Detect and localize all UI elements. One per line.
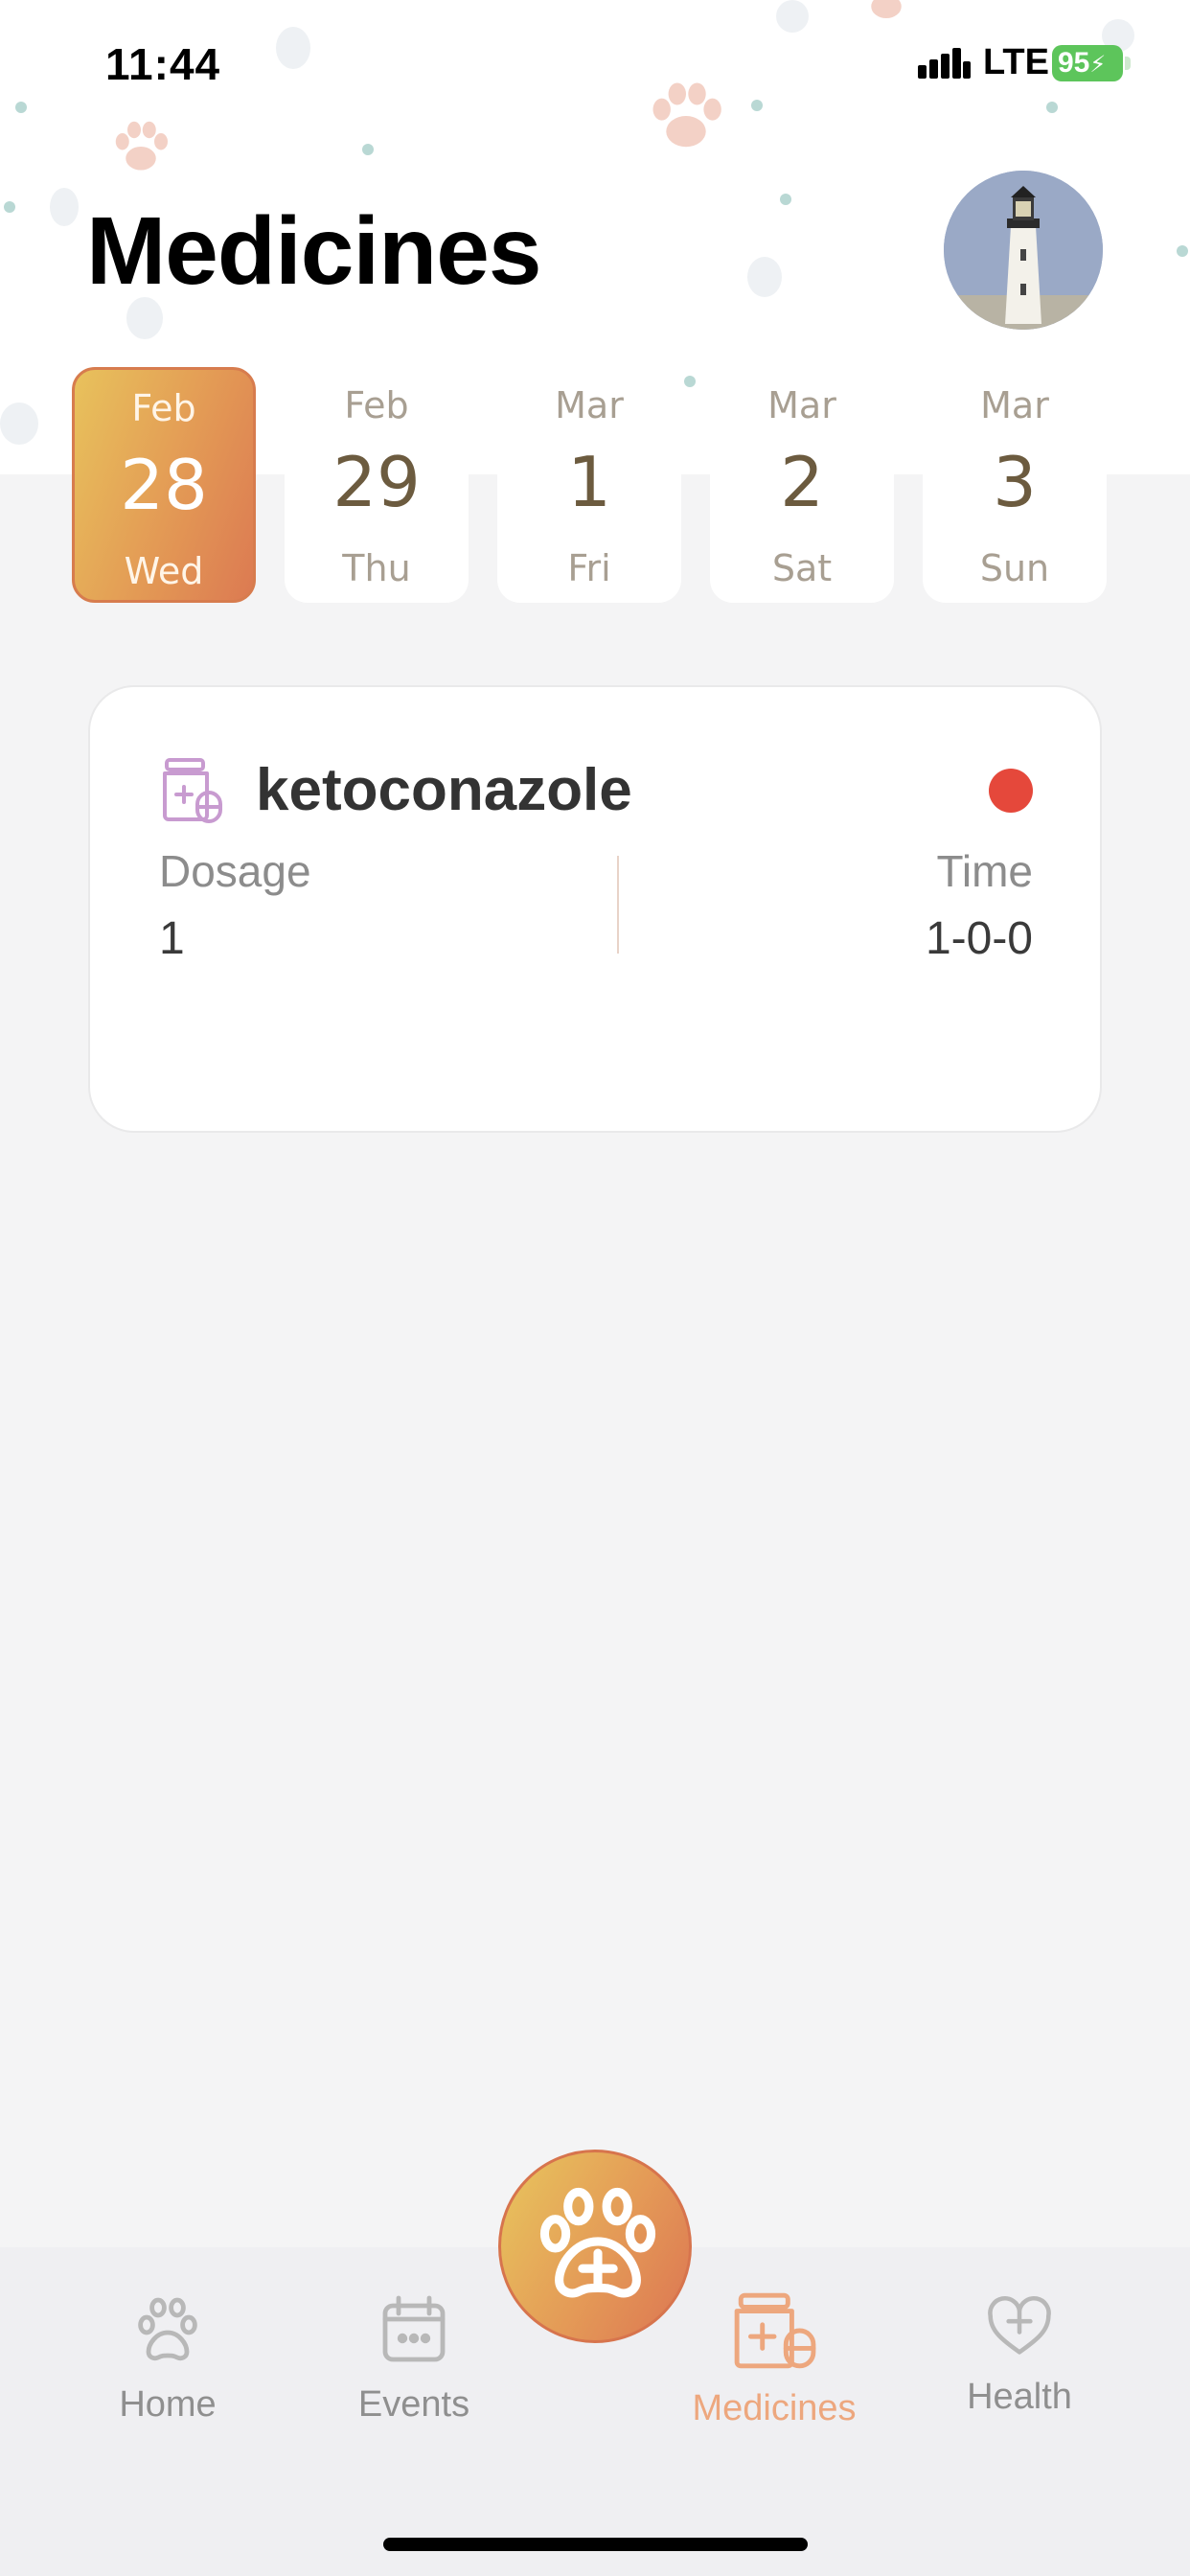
add-pet-button[interactable] [498, 2150, 692, 2343]
avatar[interactable] [944, 171, 1103, 330]
date-day: 3 [993, 442, 1037, 522]
network-type: LTE [983, 42, 1049, 82]
date-month: Mar [980, 384, 1049, 426]
date-month: Feb [344, 384, 409, 426]
nav-events[interactable]: Events [309, 2290, 519, 2426]
date-weekday: Fri [567, 547, 611, 589]
dosage-value: 1 [159, 913, 185, 964]
date-card[interactable]: Mar 1 Fri [497, 367, 681, 603]
calendar-icon [382, 2295, 446, 2362]
nav-medicines[interactable]: Medicines [669, 2290, 880, 2429]
date-card[interactable]: Mar 3 Sun [923, 367, 1107, 603]
date-month: Mar [555, 384, 624, 426]
signal-icon [918, 48, 971, 79]
status-indicator [989, 769, 1033, 813]
date-weekday: Wed [124, 550, 204, 592]
date-day: 28 [120, 445, 208, 525]
nav-health[interactable]: Health [914, 2290, 1125, 2418]
nav-label: Events [357, 2384, 470, 2425]
date-weekday: Thu [342, 547, 411, 589]
time-label: Time [936, 846, 1033, 896]
lighthouse-icon [944, 171, 1103, 330]
nav-label: Health [967, 2377, 1072, 2417]
medicine-name: ketoconazole [256, 757, 632, 823]
heart-plus-icon [988, 2296, 1051, 2355]
date-month: Mar [767, 384, 836, 426]
dosage-label: Dosage [159, 846, 311, 896]
battery-icon: 95⚡ [1052, 45, 1123, 81]
medicine-card[interactable]: ketoconazole Dosage 1 Time 1-0-0 [88, 685, 1102, 1133]
paw-icon [138, 2297, 197, 2361]
medicine-icon [734, 2292, 816, 2369]
divider [617, 856, 619, 954]
nav-label: Medicines [692, 2388, 857, 2428]
time-value: 1-0-0 [925, 913, 1033, 964]
paw-plus-icon [539, 2187, 656, 2298]
nav-label: Home [119, 2384, 217, 2425]
date-day: 1 [567, 442, 611, 522]
date-weekday: Sat [771, 547, 833, 589]
home-indicator [383, 2538, 808, 2551]
date-day: 2 [780, 442, 824, 522]
battery-level: 95 [1058, 47, 1090, 79]
status-bar: 11:44 LTE 95⚡ [0, 0, 1190, 129]
date-month: Feb [131, 387, 196, 429]
date-card[interactable]: Feb 29 Thu [285, 367, 469, 603]
date-card[interactable]: Feb 28 Wed [72, 367, 256, 603]
nav-home[interactable]: Home [62, 2290, 273, 2426]
date-card[interactable]: Mar 2 Sat [710, 367, 894, 603]
medicine-bottle-icon [163, 758, 222, 823]
date-day: 29 [332, 442, 421, 522]
status-time: 11:44 [105, 39, 221, 89]
page-title: Medicines [86, 197, 541, 305]
date-weekday: Sun [979, 547, 1050, 589]
battery-cap [1125, 57, 1131, 70]
